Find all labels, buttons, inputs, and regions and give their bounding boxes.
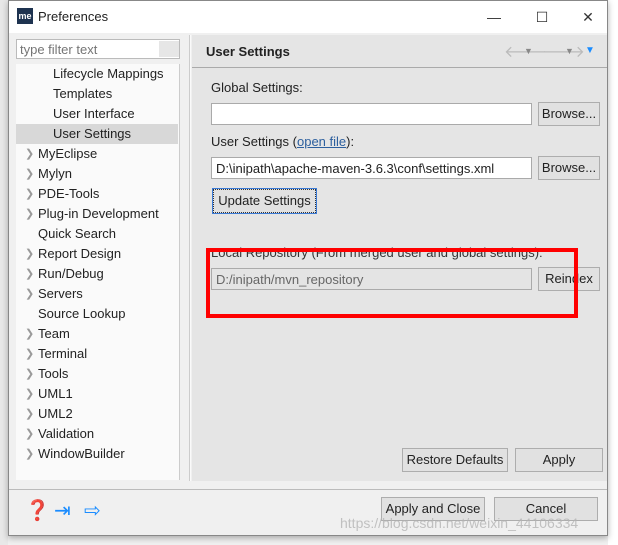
global-settings-label: Global Settings: [211, 80, 303, 95]
background-right [608, 0, 618, 545]
chevron-right-icon[interactable]: ❯ [25, 264, 34, 284]
sash[interactable] [189, 35, 191, 481]
tree-item[interactable]: User Interface [53, 104, 135, 124]
tree-item[interactable]: ❯ Plug-in Development [25, 204, 159, 224]
app-logo-icon: me [17, 8, 33, 24]
global-settings-input[interactable] [211, 103, 532, 125]
tree-item-label: Report Design [38, 246, 122, 261]
tree-item[interactable]: ❯ MyEclipse [25, 144, 98, 164]
user-settings-label: User Settings (open file): [211, 134, 354, 149]
tree-item[interactable]: ❯ UML2 [25, 404, 73, 424]
chevron-right-icon[interactable]: ❯ [25, 384, 34, 404]
tree-item[interactable]: Templates [53, 84, 112, 104]
tree-item-label: Tools [38, 366, 69, 381]
tree-item-label: Run/Debug [38, 266, 104, 281]
chevron-right-icon[interactable]: ❯ [25, 364, 34, 384]
tree-item[interactable]: ❯ Team [25, 324, 70, 344]
tree-item-label: Servers [38, 286, 83, 301]
tree-item[interactable]: ❯ Run/Debug [25, 264, 104, 284]
tree-item-label: Terminal [38, 346, 88, 361]
user-browse-button[interactable]: Browse... [538, 156, 600, 180]
apply-button[interactable]: Apply [515, 448, 603, 472]
tree-item-label: Team [38, 326, 70, 341]
tree-item-label: Source Lookup [38, 306, 126, 321]
tree-item[interactable]: ❯ Tools [25, 364, 69, 384]
tree-item-label: MyEclipse [38, 146, 98, 161]
header-separator [192, 67, 607, 68]
open-file-link[interactable]: open file [297, 134, 346, 149]
tree-item[interactable]: ❯ WindowBuilder [25, 444, 125, 464]
background-left [0, 0, 8, 545]
watermark: https://blog.csdn.net/weixin_44106334 [340, 515, 579, 531]
chevron-right-icon[interactable]: ❯ [25, 444, 34, 464]
preference-tree-panel: Lifecycle MappingsTemplatesUser Interfac… [14, 37, 182, 481]
tree-item-label: UML2 [38, 406, 73, 421]
update-settings-button[interactable]: Update Settings [212, 188, 317, 214]
tree-item[interactable]: User Settings [16, 124, 178, 144]
view-menu-icon[interactable]: ▼ [585, 45, 595, 56]
maximize-button[interactable]: ☐ [527, 5, 557, 29]
global-browse-button[interactable]: Browse... [538, 102, 600, 126]
export-icon[interactable]: ⇨ [84, 498, 101, 523]
minimize-button[interactable]: — [479, 5, 509, 29]
tree-item[interactable]: Quick Search [38, 224, 116, 244]
tree-item-label: PDE-Tools [38, 186, 100, 201]
chevron-right-icon[interactable]: ❯ [25, 424, 34, 444]
highlight-annotation [206, 248, 578, 318]
help-icon[interactable]: ❓ [25, 498, 50, 523]
chevron-right-icon[interactable]: ❯ [25, 324, 34, 344]
tree-item[interactable]: Lifecycle Mappings [53, 64, 164, 84]
tree-item-label: WindowBuilder [38, 446, 125, 461]
window-title: Preferences [38, 9, 109, 24]
chevron-right-icon[interactable]: ❯ [25, 164, 34, 184]
filter-clear-button[interactable] [159, 41, 179, 57]
chevron-right-icon[interactable]: ❯ [25, 404, 34, 424]
page-title: User Settings [206, 44, 290, 59]
tree-item[interactable]: ❯ Servers [25, 284, 83, 304]
tree-item-label: Validation [38, 426, 95, 441]
chevron-right-icon[interactable]: ❯ [25, 284, 34, 304]
tree-item[interactable]: ❯ Validation [25, 424, 95, 444]
title-bar: me Preferences — ☐ ✕ [9, 1, 607, 33]
chevron-right-icon[interactable]: ❯ [25, 144, 34, 164]
forward-arrow-icon[interactable]: 🡒 [542, 41, 585, 62]
tree-item[interactable]: ❯ Report Design [25, 244, 122, 264]
tree-item[interactable]: ❯ PDE-Tools [25, 184, 100, 204]
filter-input[interactable] [16, 39, 180, 59]
import-icon[interactable]: ⇥ [54, 498, 71, 523]
tree-item-label: Plug-in Development [38, 206, 159, 221]
restore-defaults-button[interactable]: Restore Defaults [402, 448, 508, 472]
back-menu-icon[interactable]: ▼ [524, 46, 533, 56]
chevron-right-icon[interactable]: ❯ [25, 344, 34, 364]
tree-item-label: UML1 [38, 386, 73, 401]
chevron-right-icon[interactable]: ❯ [25, 184, 34, 204]
forward-menu-icon[interactable]: ▼ [565, 46, 574, 56]
tree-item[interactable]: Source Lookup [38, 304, 125, 324]
tree-item-label: Quick Search [38, 226, 117, 241]
footer-separator [9, 489, 607, 490]
user-settings-label-end: ): [346, 134, 355, 149]
tree-item[interactable]: ❯ UML1 [25, 384, 73, 404]
tree-item-label: Mylyn [38, 166, 72, 181]
user-settings-input[interactable]: D:\inipath\apache-maven-3.6.3\conf\setti… [211, 157, 532, 179]
tree-item[interactable]: ❯ Mylyn [25, 164, 72, 184]
tree-item[interactable]: ❯ Terminal [25, 344, 88, 364]
preference-tree: Lifecycle Mappings Templates User Interfac… [16, 64, 180, 480]
user-settings-label-text: User Settings ( [211, 134, 297, 149]
chevron-right-icon[interactable]: ❯ [25, 244, 34, 264]
chevron-right-icon[interactable]: ❯ [25, 204, 34, 224]
close-button[interactable]: ✕ [573, 5, 603, 29]
